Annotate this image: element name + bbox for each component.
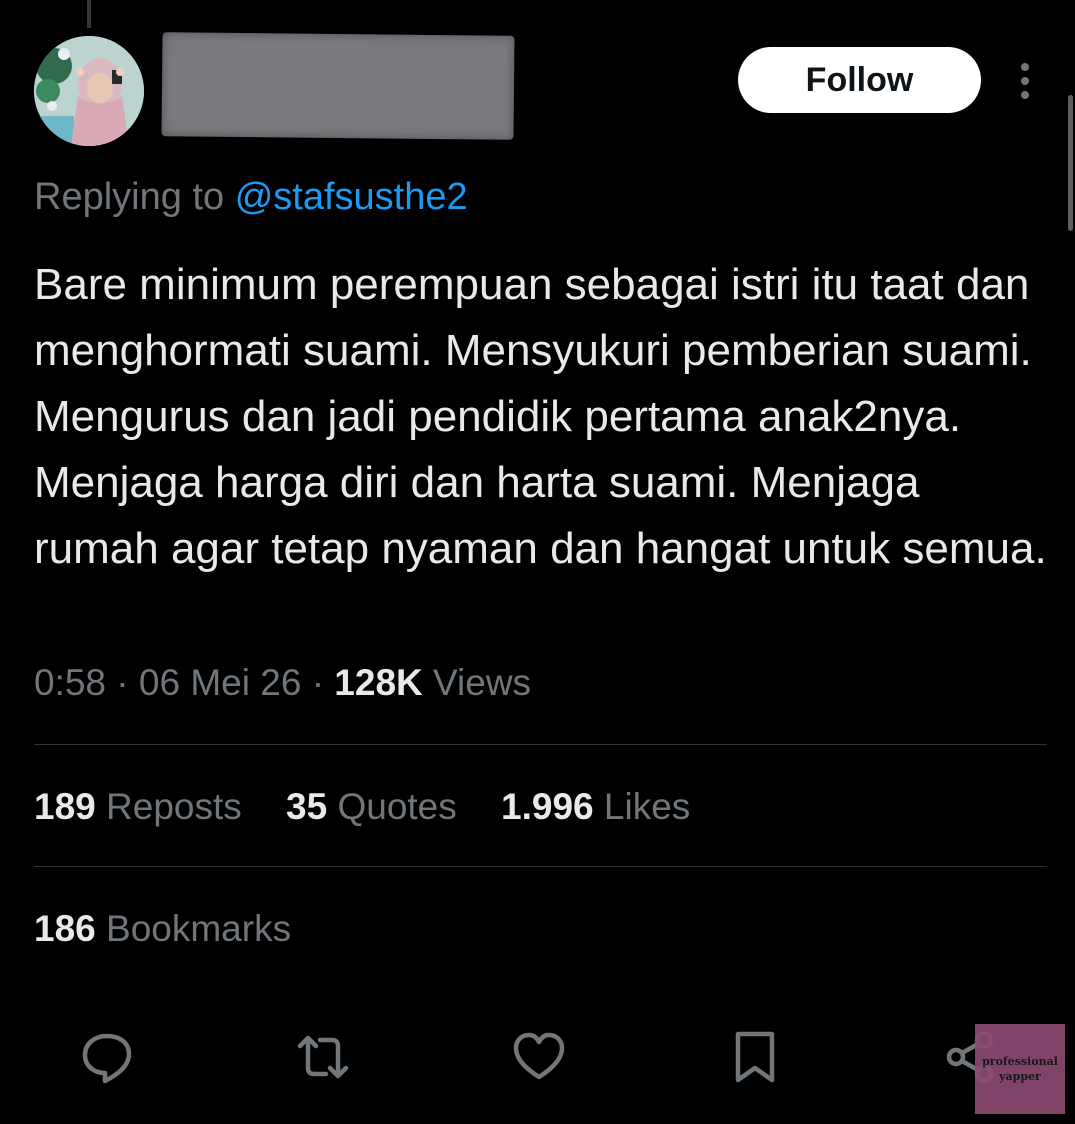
watermark-line-1: professional xyxy=(982,1055,1058,1068)
reposts-label: Reposts xyxy=(106,786,242,827)
follow-button[interactable]: Follow xyxy=(738,47,981,113)
likes-label: Likes xyxy=(603,786,691,827)
watermark-line-2: yapper xyxy=(999,1070,1041,1083)
bookmarks-count: 186 xyxy=(34,908,96,949)
reposts-count: 189 xyxy=(34,786,96,827)
avatar-image xyxy=(34,36,144,146)
meta-separator: · xyxy=(116,662,129,703)
watermark-stamp: professional yapper xyxy=(975,1024,1065,1114)
likes-count: 1.996 xyxy=(501,786,594,827)
tweet-text: Bare minimum perempuan sebagai istri itu… xyxy=(34,260,1047,573)
tweet-detail-page: Follow Replying to @stafsusthe2 Bare min… xyxy=(0,0,1075,1124)
bookmarks-label: Bookmarks xyxy=(106,908,292,949)
views-count: 128K xyxy=(334,662,423,703)
tweet-metadata: 0:58 · 06 Mei 26 · 128K Views xyxy=(34,662,531,704)
redacted-username-block xyxy=(161,32,515,140)
tweet-time[interactable]: 0:58 xyxy=(34,662,106,703)
likes-stat[interactable]: 1.996 Likes xyxy=(501,786,690,828)
quotes-stat[interactable]: 35 Quotes xyxy=(286,786,457,828)
views-label: Views xyxy=(433,662,532,703)
reply-handle-link[interactable]: @stafsusthe2 xyxy=(235,176,468,218)
engagement-stats: 189 Reposts 35 Quotes 1.996 Likes xyxy=(34,786,724,828)
thread-connector-line xyxy=(87,0,91,28)
quotes-label: Quotes xyxy=(337,786,457,827)
replying-to-label: Replying to xyxy=(34,176,225,218)
scrollbar[interactable] xyxy=(1068,95,1073,231)
bookmark-icon[interactable] xyxy=(728,1030,782,1084)
replying-to-line: Replying to @stafsusthe2 xyxy=(34,176,468,219)
divider xyxy=(34,866,1047,867)
reply-icon[interactable] xyxy=(80,1030,134,1084)
reposts-stat[interactable]: 189 Reposts xyxy=(34,786,242,828)
like-icon[interactable] xyxy=(512,1030,566,1084)
meta-separator: · xyxy=(311,662,325,703)
repost-icon[interactable] xyxy=(296,1030,350,1084)
more-options-icon[interactable] xyxy=(1012,60,1038,102)
bookmarks-stat[interactable]: 186 Bookmarks xyxy=(34,908,291,950)
avatar[interactable] xyxy=(34,36,144,146)
quotes-count: 35 xyxy=(286,786,328,827)
divider xyxy=(34,744,1047,745)
tweet-date[interactable]: 06 Mei 26 xyxy=(139,662,302,703)
